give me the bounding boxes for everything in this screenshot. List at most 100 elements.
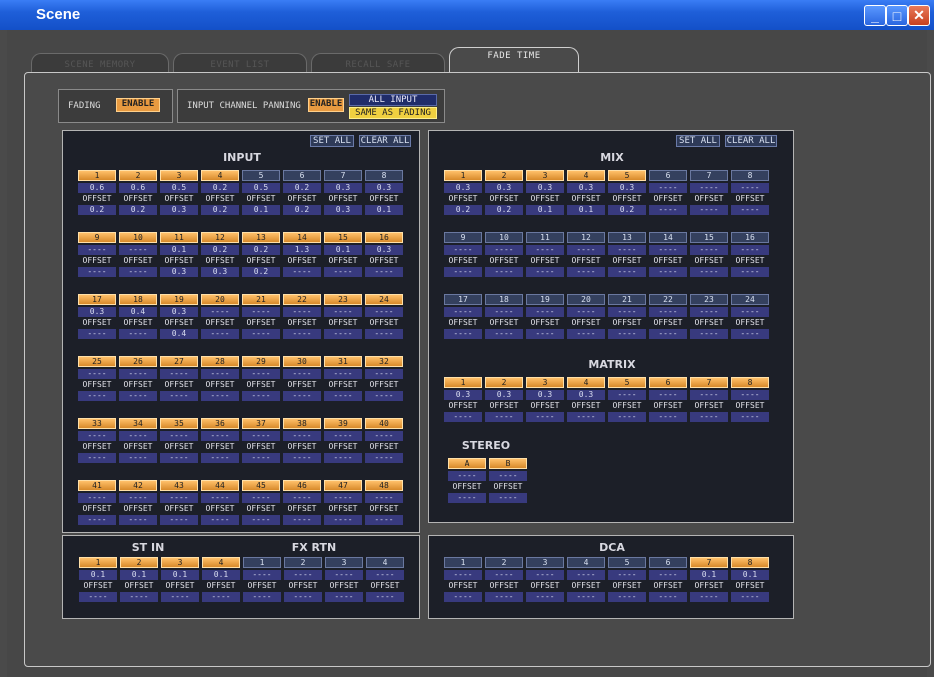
mix-offset-field[interactable]: ----	[649, 205, 687, 215]
input-fade-time-field[interactable]: ----	[160, 431, 198, 441]
input-offset-field[interactable]: ----	[365, 515, 403, 525]
dca-channel-button[interactable]: 7	[690, 557, 728, 568]
mix-fade-time-field[interactable]: ----	[649, 307, 687, 317]
input-offset-field[interactable]: ----	[119, 515, 157, 525]
dca-fade-time-field[interactable]: ----	[526, 570, 564, 580]
input-offset-field[interactable]: ----	[283, 453, 321, 463]
input-channel-button[interactable]: 4	[201, 170, 239, 181]
mix-offset-field[interactable]: 0.2	[608, 205, 646, 215]
input-fade-time-field[interactable]: ----	[78, 369, 116, 379]
input-channel-button[interactable]: 8	[365, 170, 403, 181]
mix-offset-field[interactable]: 0.1	[567, 205, 605, 215]
matrix-offset-field[interactable]: ----	[649, 412, 687, 422]
mix-offset-field[interactable]: ----	[567, 329, 605, 339]
input-channel-button[interactable]: 12	[201, 232, 239, 243]
input-offset-field[interactable]: 0.4	[160, 329, 198, 339]
stereo-channel-button[interactable]: B	[489, 458, 527, 469]
input-offset-field[interactable]: ----	[201, 391, 239, 401]
stin-offset-field[interactable]: ----	[161, 592, 199, 602]
matrix-offset-field[interactable]: ----	[444, 412, 482, 422]
input-offset-field[interactable]: ----	[160, 515, 198, 525]
matrix-offset-field[interactable]: ----	[485, 412, 523, 422]
input-fade-time-field[interactable]: 0.6	[78, 183, 116, 193]
mix-offset-field[interactable]: ----	[690, 205, 728, 215]
input-channel-button[interactable]: 39	[324, 418, 362, 429]
input-fade-time-field[interactable]: ----	[283, 431, 321, 441]
mix-channel-button[interactable]: 24	[731, 294, 769, 305]
title-bar[interactable]: Scene _ □ ✕	[0, 0, 934, 30]
mix-fade-time-field[interactable]: ----	[731, 245, 769, 255]
matrix-fade-time-field[interactable]: ----	[649, 390, 687, 400]
fxrtn-offset-field[interactable]: ----	[325, 592, 363, 602]
input-fade-time-field[interactable]: ----	[324, 307, 362, 317]
input-channel-button[interactable]: 18	[119, 294, 157, 305]
mix-offset-field[interactable]: ----	[649, 267, 687, 277]
input-fade-time-field[interactable]: ----	[201, 431, 239, 441]
input-channel-button[interactable]: 1	[78, 170, 116, 181]
input-offset-field[interactable]: 0.1	[365, 205, 403, 215]
mix-fade-time-field[interactable]: ----	[731, 307, 769, 317]
input-fade-time-field[interactable]: 1.3	[283, 245, 321, 255]
input-fade-time-field[interactable]: 0.2	[201, 245, 239, 255]
mix-fade-time-field[interactable]: 0.3	[608, 183, 646, 193]
mix-fade-time-field[interactable]: ----	[731, 183, 769, 193]
input-channel-button[interactable]: 17	[78, 294, 116, 305]
input-fade-time-field[interactable]: 0.3	[324, 183, 362, 193]
stin-offset-field[interactable]: ----	[202, 592, 240, 602]
input-offset-field[interactable]: ----	[119, 391, 157, 401]
input-channel-button[interactable]: 43	[160, 480, 198, 491]
mix-fade-time-field[interactable]: ----	[526, 307, 564, 317]
mix-fade-time-field[interactable]: 0.3	[485, 183, 523, 193]
mix-fade-time-field[interactable]: ----	[690, 183, 728, 193]
mix-fade-time-field[interactable]: ----	[444, 245, 482, 255]
mix-channel-button[interactable]: 18	[485, 294, 523, 305]
input-channel-button[interactable]: 19	[160, 294, 198, 305]
mix-channel-button[interactable]: 10	[485, 232, 523, 243]
input-fade-time-field[interactable]: ----	[324, 493, 362, 503]
input-channel-button[interactable]: 26	[119, 356, 157, 367]
dca-fade-time-field[interactable]: ----	[567, 570, 605, 580]
mix-channel-button[interactable]: 22	[649, 294, 687, 305]
input-offset-field[interactable]: 0.2	[201, 205, 239, 215]
input-channel-button[interactable]: 27	[160, 356, 198, 367]
input-offset-field[interactable]: 0.3	[201, 267, 239, 277]
input-fade-time-field[interactable]: ----	[160, 493, 198, 503]
input-fade-time-field[interactable]: ----	[365, 369, 403, 379]
input-clear-all-button[interactable]: CLEAR ALL	[359, 135, 411, 147]
mix-fade-time-field[interactable]: ----	[608, 307, 646, 317]
input-offset-field[interactable]: ----	[283, 391, 321, 401]
mix-offset-field[interactable]: ----	[526, 267, 564, 277]
input-offset-field[interactable]: ----	[365, 391, 403, 401]
matrix-fade-time-field[interactable]: ----	[731, 390, 769, 400]
mix-offset-field[interactable]: ----	[690, 267, 728, 277]
stin-fade-time-field[interactable]: 0.1	[161, 570, 199, 580]
input-channel-button[interactable]: 29	[242, 356, 280, 367]
input-offset-field[interactable]: 0.2	[283, 205, 321, 215]
matrix-fade-time-field[interactable]: ----	[690, 390, 728, 400]
dca-channel-button[interactable]: 5	[608, 557, 646, 568]
matrix-channel-button[interactable]: 6	[649, 377, 687, 388]
dca-fade-time-field[interactable]: 0.1	[690, 570, 728, 580]
input-offset-field[interactable]: ----	[242, 329, 280, 339]
input-fade-time-field[interactable]: ----	[119, 369, 157, 379]
input-fade-time-field[interactable]: ----	[324, 369, 362, 379]
input-channel-button[interactable]: 22	[283, 294, 321, 305]
mix-channel-button[interactable]: 21	[608, 294, 646, 305]
maximize-button[interactable]: □	[886, 5, 908, 26]
input-offset-field[interactable]: 0.3	[324, 205, 362, 215]
dca-fade-time-field[interactable]: ----	[649, 570, 687, 580]
input-fade-time-field[interactable]: 0.6	[119, 183, 157, 193]
dca-offset-field[interactable]: ----	[567, 592, 605, 602]
input-fade-time-field[interactable]: ----	[201, 307, 239, 317]
input-channel-button[interactable]: 41	[78, 480, 116, 491]
dca-channel-button[interactable]: 1	[444, 557, 482, 568]
input-channel-button[interactable]: 25	[78, 356, 116, 367]
fxrtn-channel-button[interactable]: 1	[243, 557, 281, 568]
mix-clear-all-button[interactable]: CLEAR ALL	[725, 135, 777, 147]
matrix-channel-button[interactable]: 8	[731, 377, 769, 388]
fxrtn-fade-time-field[interactable]: ----	[243, 570, 281, 580]
dca-channel-button[interactable]: 3	[526, 557, 564, 568]
mix-fade-time-field[interactable]: ----	[649, 245, 687, 255]
input-offset-field[interactable]: ----	[78, 453, 116, 463]
mix-offset-field[interactable]: ----	[485, 329, 523, 339]
